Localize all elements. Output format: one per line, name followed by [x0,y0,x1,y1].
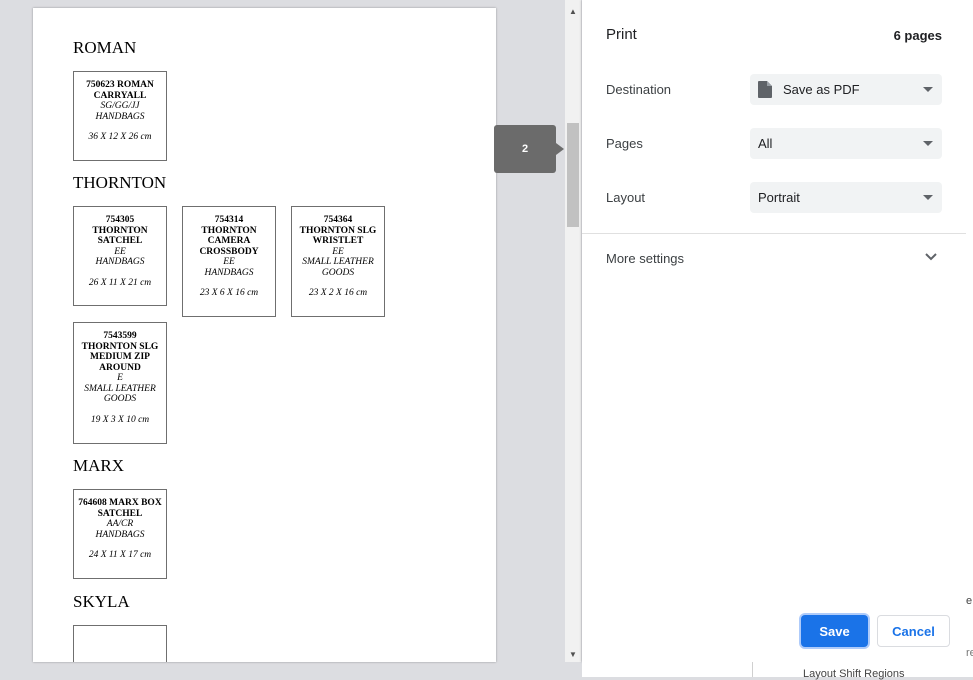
layout-select[interactable]: Portrait [750,182,942,213]
product-card: 764608 MARX BOX SATCHEL AA/CR HANDBAGS 2… [73,489,167,579]
pages-value: All [758,136,773,151]
destination-value: Save as PDF [783,82,860,97]
background-text-fragment: re [966,647,973,659]
scroll-down-arrow-icon[interactable]: ▼ [565,646,581,662]
product-name: 750623 ROMAN CARRYALL [86,80,154,101]
product-category: HANDBAGS [95,111,145,122]
panel-title: Print [606,26,637,43]
product-card: 7543599 THORNTON SLG MEDIUM ZIP AROUND E… [73,322,167,444]
dropdown-caret-icon [923,195,933,200]
background-window-edge [966,0,973,677]
destination-label: Destination [606,82,672,97]
product-card: 754314 THORNTON CAMERA CROSSBODY EE HAND… [182,206,276,317]
layout-value: Portrait [758,190,800,205]
product-name: 764608 MARX BOX SATCHEL [78,498,162,519]
layout-label: Layout [606,190,646,205]
section-title-marx: MARX [73,456,125,475]
product-category: HANDBAGS [95,529,145,540]
product-dimensions: 23 X 2 X 16 cm [308,288,368,298]
section-title-thornton: THORNTON [73,173,167,192]
scroll-up-arrow-icon[interactable]: ▲ [565,3,581,19]
divider [582,233,966,234]
scroll-thumb[interactable] [567,123,579,227]
product-category: HANDBAGS [204,267,254,278]
document-icon [758,81,772,98]
section-title-roman: ROMAN [73,38,137,57]
product-code: SG/GG/JJ [100,101,140,111]
background-divider [752,662,753,677]
background-text: Layout Shift Regions [803,668,905,680]
product-name: 754364 THORNTON SLG WRISTLET [299,215,377,246]
product-name: 754314 THORNTON CAMERA CROSSBODY [199,215,259,257]
background-window-bottom [582,662,973,677]
product-category: HANDBAGS [95,257,145,267]
product-card: 754305 THORNTON SATCHEL EE HANDBAGS 26 X… [73,206,167,306]
product-dimensions: 24 X 11 X 17 cm [88,550,152,560]
preview-page: ROMAN 750623 ROMAN CARRYALL SG/GG/JJ HAN… [33,8,496,662]
product-name: 754305 THORNTON SATCHEL [92,215,148,246]
product-code: EE [332,246,344,257]
product-card: 750623 ROMAN CARRYALL SG/GG/JJ HANDBAGS … [73,71,167,161]
product-card-partial [73,625,167,662]
more-settings-toggle[interactable]: More settings [606,251,684,266]
product-code: AA/CR [106,519,134,529]
pages-label: Pages [606,136,643,151]
product-dimensions: 26 X 11 X 21 cm [88,277,152,288]
product-code: EE [114,246,126,257]
destination-select[interactable]: Save as PDF [750,74,942,105]
print-preview-area: ROMAN 750623 ROMAN CARRYALL SG/GG/JJ HAN… [0,0,565,677]
product-code: E [117,373,123,383]
product-dimensions: 23 X 6 X 16 cm [199,288,259,298]
product-category: SMALL LEATHER GOODS [84,383,156,405]
product-dimensions: 36 X 12 X 26 cm [88,132,152,142]
dropdown-caret-icon [923,87,933,92]
preview-scrollbar[interactable]: ▲ ▼ [565,0,581,662]
product-dimensions: 19 X 3 X 10 cm [90,414,150,425]
pages-select[interactable]: All [750,128,942,159]
print-settings-panel: Print 6 pages Destination Save as PDF Pa… [582,0,966,662]
page-number-tooltip: 2 [494,125,564,173]
cancel-button[interactable]: Cancel [877,615,950,647]
section-title-skyla: SKYLA [73,592,130,611]
chevron-down-icon[interactable] [924,252,938,262]
product-name: 7543599 THORNTON SLG MEDIUM ZIP AROUND [81,331,159,373]
background-text-fragment: e [966,595,973,607]
page-count: 6 pages [893,28,942,43]
product-category: SMALL LEATHER GOODS [302,257,374,278]
product-card: 754364 THORNTON SLG WRISTLET EE SMALL LE… [291,206,385,317]
product-code: EE [223,257,235,267]
dropdown-caret-icon [923,141,933,146]
save-button[interactable]: Save [801,615,868,647]
